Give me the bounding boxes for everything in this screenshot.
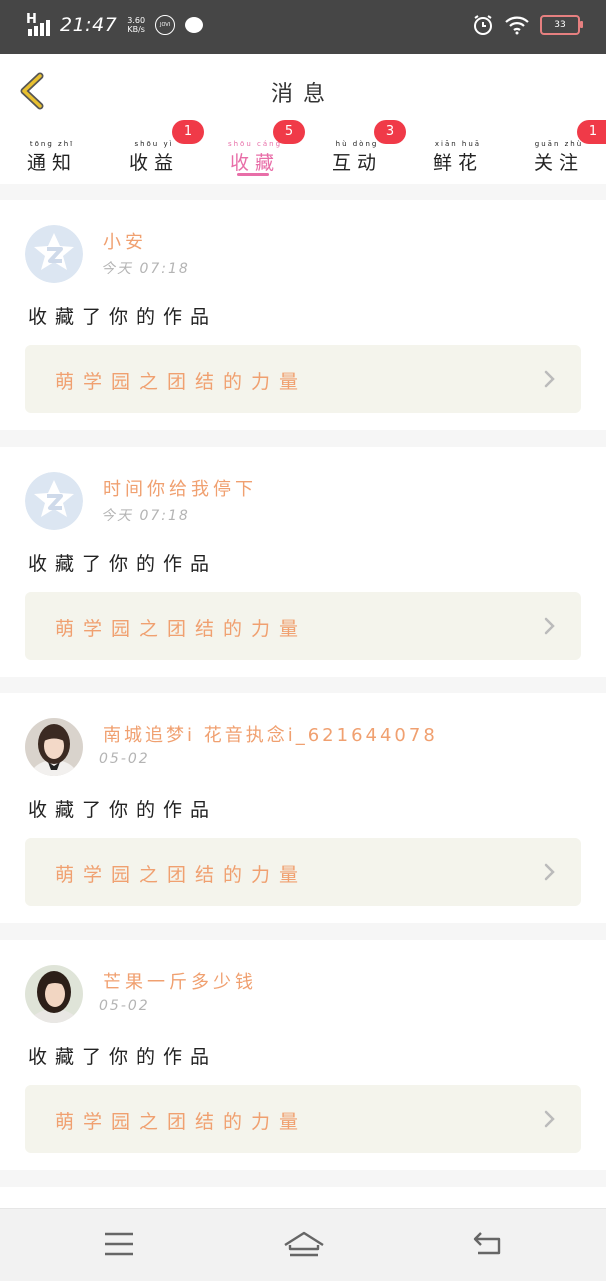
action-text: 收藏了你的作品	[28, 306, 218, 328]
chevron-right-icon	[544, 1110, 555, 1128]
page-title: 消息	[270, 82, 335, 107]
action-text: 收藏了你的作品	[28, 799, 218, 821]
user-photo	[25, 718, 83, 776]
username[interactable]: 芒果一斤多少钱	[103, 968, 257, 994]
notification-card[interactable]: 芒果一斤多少钱 05-02 收藏了你的作品 萌学园之团结的力量	[0, 940, 606, 1170]
default-avatar-icon	[25, 472, 83, 530]
avatar[interactable]	[25, 965, 83, 1023]
wifi-icon	[505, 16, 529, 35]
work-link[interactable]: 萌学园之团结的力量	[25, 1085, 581, 1153]
earnings-badge: 1	[172, 120, 204, 144]
title-bar: 消息	[0, 54, 606, 129]
tab-follows[interactable]: guān zhù 关注	[524, 140, 594, 175]
default-avatar-icon	[25, 225, 83, 283]
avatar[interactable]	[25, 718, 83, 776]
notification-card[interactable]: 南城追梦i 花音执念i_621644078 05-02 收藏了你的作品 萌学园之…	[0, 693, 606, 923]
tab-interactions[interactable]: hù dòng 互动	[322, 140, 392, 175]
tab-bar: tōng zhī 通知 shōu yì 收益 1 shōu cáng 收藏 5 hù …	[0, 120, 606, 184]
work-link[interactable]: 萌学园之团结的力量	[25, 838, 581, 906]
signal-icon: H	[26, 12, 50, 36]
alarm-icon	[474, 15, 492, 35]
battery-icon: 33	[540, 15, 583, 35]
jovi-icon: JOVI	[155, 15, 176, 35]
clock: 21:47	[60, 14, 118, 36]
status-bar: H 21:47 3.60 KB/s JOVI 33	[0, 0, 606, 54]
back-icon[interactable]	[472, 1231, 504, 1257]
work-title: 萌学园之团结的力量	[55, 618, 308, 640]
menu-icon[interactable]	[104, 1231, 134, 1257]
tab-earnings[interactable]: shōu yì 收益	[119, 140, 189, 175]
chevron-right-icon	[544, 370, 555, 388]
user-photo	[25, 965, 83, 1023]
timestamp: 05-02	[99, 998, 150, 1014]
username[interactable]: 时间你给我停下	[103, 475, 257, 501]
tab-notifications[interactable]: tōng zhī 通知	[17, 140, 87, 175]
work-title: 萌学园之团结的力量	[55, 864, 308, 886]
follows-badge: 1	[577, 120, 606, 144]
work-link[interactable]: 萌学园之团结的力量	[25, 345, 581, 413]
home-icon[interactable]	[283, 1231, 325, 1261]
system-nav-bar	[0, 1208, 606, 1281]
action-text: 收藏了你的作品	[28, 553, 218, 575]
tab-favorites[interactable]: shōu cáng 收藏	[220, 140, 290, 175]
username[interactable]: 南城追梦i 花音执念i_621644078	[103, 721, 438, 747]
work-title: 萌学园之团结的力量	[55, 1111, 308, 1133]
interactions-badge: 3	[374, 120, 406, 144]
avatar[interactable]	[25, 225, 83, 283]
avatar[interactable]	[25, 472, 83, 530]
chevron-right-icon	[544, 863, 555, 881]
notification-card[interactable]: 小安 今天 07:18 收藏了你的作品 萌学园之团结的力量	[0, 200, 606, 430]
favorites-badge: 5	[273, 120, 305, 144]
work-title: 萌学园之团结的力量	[55, 371, 308, 393]
net-speed: 3.60 KB/s	[127, 16, 146, 34]
tab-flowers[interactable]: xiān huā 鲜花	[423, 140, 493, 175]
chat-notification-icon	[185, 17, 204, 33]
notification-card[interactable]: 时间你给我停下 今天 07:18 收藏了你的作品 萌学园之团结的力量	[0, 447, 606, 677]
timestamp: 05-02	[99, 751, 150, 767]
username[interactable]: 小安	[103, 228, 147, 254]
action-text: 收藏了你的作品	[28, 1046, 218, 1068]
notification-card	[0, 1187, 606, 1208]
timestamp: 今天 07:18	[101, 261, 190, 277]
chevron-right-icon	[544, 617, 555, 635]
timestamp: 今天 07:18	[101, 508, 190, 524]
work-link[interactable]: 萌学园之团结的力量	[25, 592, 581, 660]
active-tab-indicator	[237, 173, 269, 176]
